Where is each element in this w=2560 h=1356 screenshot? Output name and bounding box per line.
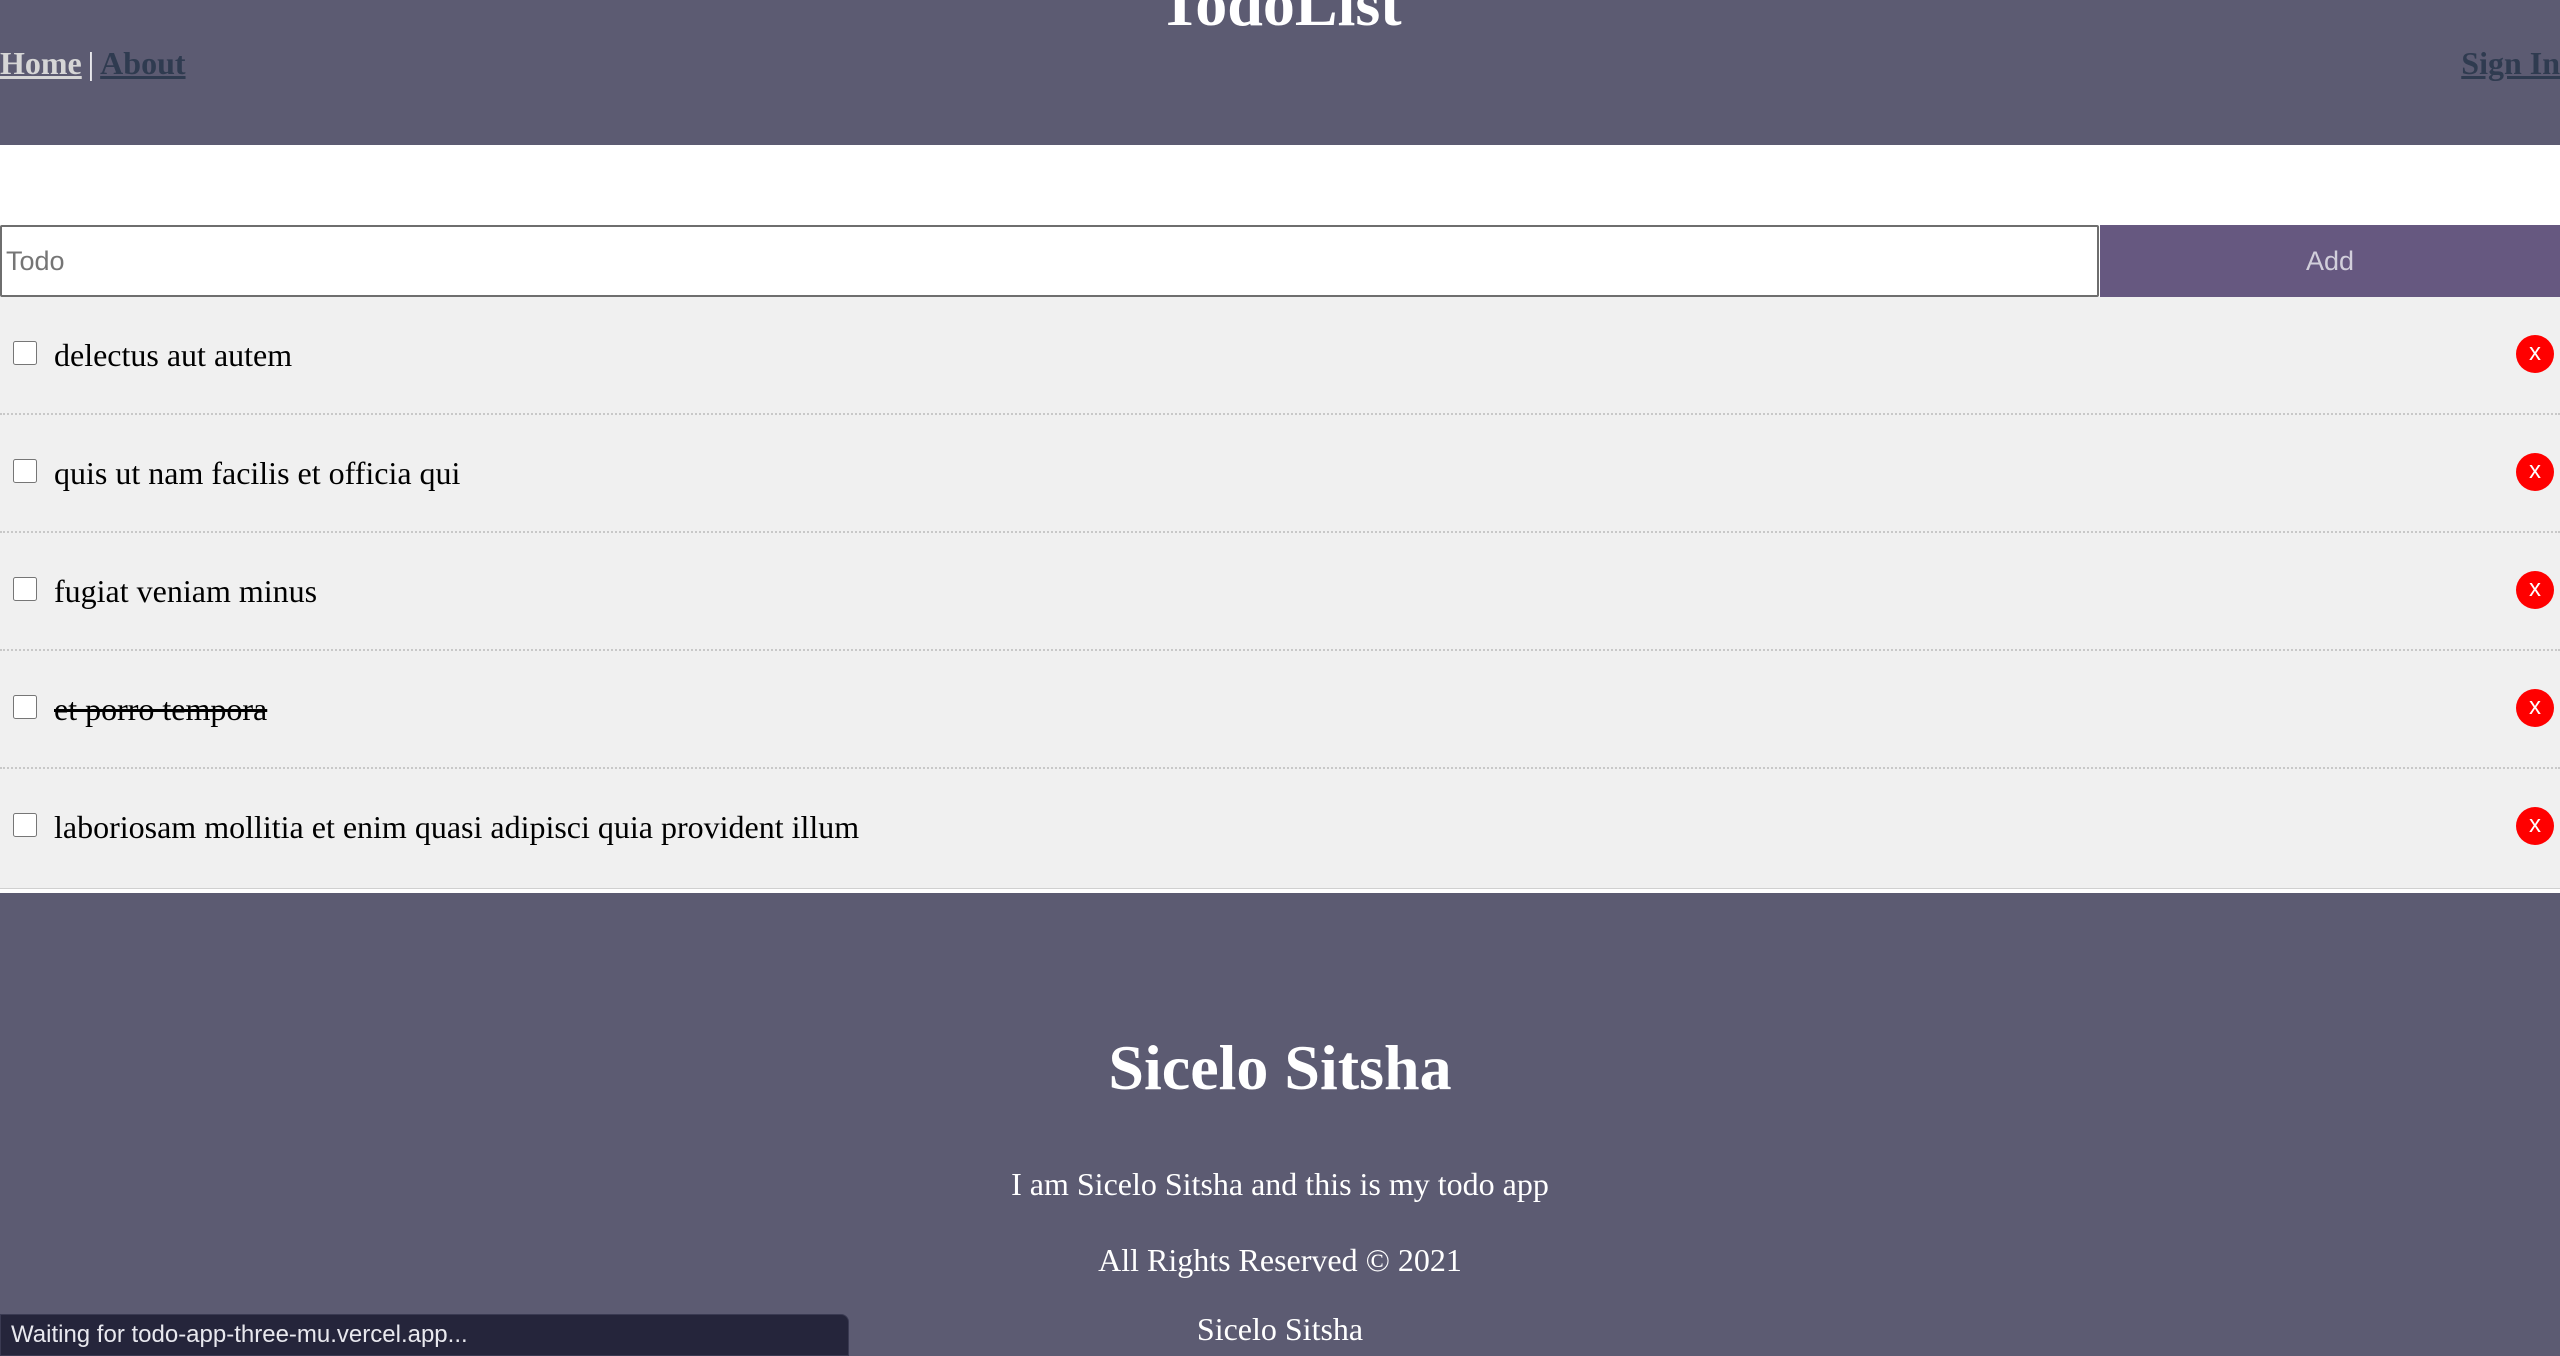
todo-checkbox[interactable] bbox=[13, 695, 37, 719]
footer-copyright: All Rights Reserved © 2021 bbox=[1098, 1242, 1462, 1278]
delete-button[interactable]: x bbox=[2516, 571, 2554, 609]
nav-about-link[interactable]: About bbox=[100, 45, 185, 81]
delete-button[interactable]: x bbox=[2516, 689, 2554, 727]
page: TodoList Home|About Sign In Add delectus… bbox=[0, 0, 2560, 1356]
todo-text: fugiat veniam minus bbox=[54, 573, 318, 609]
todo-item: fugiat veniam minus x bbox=[0, 533, 2560, 651]
todo-item: laboriosam mollitia et enim quasi adipis… bbox=[0, 769, 2560, 889]
delete-button[interactable]: x bbox=[2516, 335, 2554, 373]
todo-text: quis ut nam facilis et officia qui bbox=[54, 455, 461, 491]
todo-input[interactable] bbox=[0, 225, 2099, 297]
todo-text: et porro tempora bbox=[54, 691, 268, 727]
add-button[interactable]: Add bbox=[2100, 225, 2560, 297]
footer-name: Sicelo Sitsha bbox=[1108, 1032, 1452, 1103]
footer: Sicelo Sitsha I am Sicelo Sitsha and thi… bbox=[0, 893, 2560, 1356]
todo-checkbox[interactable] bbox=[13, 459, 37, 483]
delete-button[interactable]: x bbox=[2516, 453, 2554, 491]
todo-text: laboriosam mollitia et enim quasi adipis… bbox=[54, 809, 860, 845]
app-title: TodoList bbox=[1158, 0, 1402, 39]
nav-left: Home | About bbox=[0, 43, 186, 83]
add-todo-form: Add bbox=[0, 225, 2560, 297]
browser-status-bar: Waiting for todo-app-three-mu.vercel.app… bbox=[0, 1314, 849, 1356]
todo-checkbox[interactable] bbox=[13, 341, 37, 365]
todo-item: delectus aut autem x bbox=[0, 297, 2560, 415]
todo-text: delectus aut autem bbox=[54, 337, 293, 373]
header: TodoList Home | About Sign In bbox=[0, 0, 2560, 145]
sign-in-link[interactable]: Sign In bbox=[2461, 43, 2560, 83]
todo-item: et porro tempora x bbox=[0, 651, 2560, 769]
todo-item: quis ut nam facilis et officia qui x bbox=[0, 415, 2560, 533]
todo-list: delectus aut autem x quis ut nam facilis… bbox=[0, 297, 2560, 889]
todo-checkbox[interactable] bbox=[13, 813, 37, 837]
delete-button[interactable]: x bbox=[2516, 807, 2554, 845]
todo-checkbox[interactable] bbox=[13, 577, 37, 601]
footer-description: I am Sicelo Sitsha and this is my todo a… bbox=[1011, 1166, 1549, 1202]
nav-separator: | bbox=[87, 45, 95, 81]
nav-home-link[interactable]: Home bbox=[0, 45, 82, 81]
